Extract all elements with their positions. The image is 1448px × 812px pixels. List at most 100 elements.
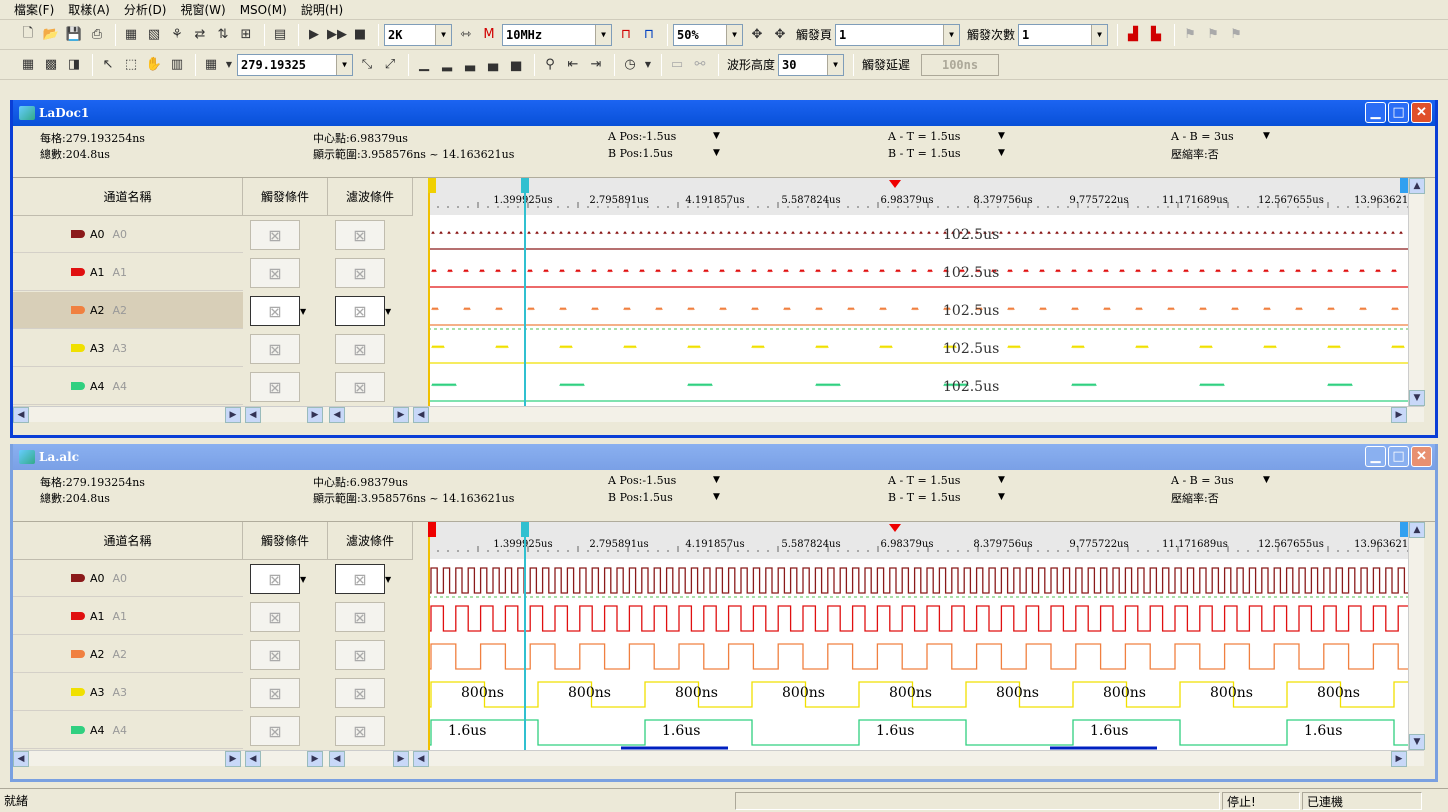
channel-edit-icon[interactable]: ▧: [144, 25, 164, 45]
document-icon[interactable]: ▤: [270, 25, 290, 45]
chevron-down-icon[interactable]: ▼: [726, 24, 742, 45]
filter-condition-a0[interactable]: ⊠: [335, 220, 385, 250]
trigger-condition-a2[interactable]: ⊠ ▼: [250, 296, 306, 326]
cursor-left-icon[interactable]: ✥: [747, 25, 767, 45]
menu-help[interactable]: 說明(H): [301, 1, 343, 18]
close-button[interactable]: ✕: [1411, 102, 1432, 123]
menu-analyze[interactable]: 分析(D): [124, 1, 167, 18]
b-pos-dropdown[interactable]: ▼: [713, 492, 720, 502]
channel-name-a3[interactable]: A3 A3: [13, 330, 243, 367]
channel-add-icon[interactable]: ▦: [121, 25, 141, 45]
filter-condition-a2[interactable]: ⊠: [335, 640, 385, 670]
run-icon[interactable]: ▶: [304, 25, 324, 45]
a-t-dropdown[interactable]: ▼: [998, 475, 1005, 485]
filter-condition-a1[interactable]: ⊠: [335, 602, 385, 632]
chevron-down-icon[interactable]: ▼: [943, 24, 960, 45]
channel-name-a4[interactable]: A4 A4: [13, 368, 243, 405]
filter-condition-a1[interactable]: ⊠: [335, 258, 385, 288]
bus-icon[interactable]: ⊞: [236, 25, 256, 45]
marker-b-icon[interactable]: ⚑: [1203, 25, 1223, 45]
trigger-condition-a1[interactable]: ⊠: [250, 258, 300, 288]
a-t-dropdown[interactable]: ▼: [998, 131, 1005, 141]
next-icon[interactable]: ⇥: [586, 55, 606, 75]
bus-disabled-icon[interactable]: ▭: [667, 55, 687, 75]
scroll-right-icon[interactable]: ▶: [225, 751, 241, 767]
find-icon[interactable]: ⚲: [540, 55, 560, 75]
column-header-trigger[interactable]: 觸發條件: [243, 522, 328, 560]
channel-name-a0[interactable]: A0 A0: [13, 216, 243, 253]
chevron-down-icon[interactable]: ▼: [643, 55, 653, 75]
filter-condition-a4[interactable]: ⊠: [335, 716, 385, 746]
bar-b-icon[interactable]: ▂: [437, 55, 457, 75]
window-titlebar[interactable]: La.alc ▁ □ ✕: [13, 444, 1435, 470]
filter-condition-a0[interactable]: ⊠ ▼: [335, 564, 391, 594]
chevron-down-icon[interactable]: ▼: [827, 54, 844, 75]
scroll-left-icon[interactable]: ◀: [245, 407, 261, 423]
wave-height-select[interactable]: 30 ▼: [778, 53, 845, 76]
filter-condition-a2[interactable]: ⊠ ▼: [335, 296, 391, 326]
stop-icon[interactable]: ■: [350, 25, 370, 45]
scroll-left-icon[interactable]: ◀: [329, 751, 345, 767]
print-icon[interactable]: ⎙: [87, 25, 107, 45]
trigger-condition-a3[interactable]: ⊠: [250, 678, 300, 708]
trigger-page-select[interactable]: 1 ▼: [835, 23, 961, 46]
menu-file[interactable]: 檔案(F): [14, 1, 54, 18]
chevron-down-icon[interactable]: ▼: [336, 54, 352, 75]
bar-a-icon[interactable]: ▁: [414, 55, 434, 75]
maximize-button[interactable]: □: [1388, 102, 1409, 123]
time-per-div-select[interactable]: 279.19325 ▼: [237, 53, 353, 76]
menu-sample[interactable]: 取樣(A): [68, 1, 110, 18]
trigger-condition-a4[interactable]: ⊠: [250, 716, 300, 746]
scroll-up-icon[interactable]: ▲: [1409, 178, 1425, 194]
a-b-dropdown[interactable]: ▼: [1263, 131, 1270, 141]
split-icon[interactable]: ⇄: [190, 25, 210, 45]
cursor-right-icon[interactable]: ✥: [770, 25, 790, 45]
vertical-scrollbar[interactable]: ▲ ▼: [1408, 178, 1425, 406]
open-folder-icon[interactable]: 📂: [41, 25, 61, 45]
zoom-marker-icon[interactable]: Ⅿ: [479, 25, 499, 45]
pointer-icon[interactable]: ↖: [98, 55, 118, 75]
maximize-button[interactable]: □: [1388, 446, 1409, 467]
scroll-right-icon[interactable]: ▶: [225, 407, 241, 423]
window-titlebar[interactable]: LaDoc1 ▁ □ ✕: [13, 100, 1435, 126]
column-header-name[interactable]: 通道名稱: [13, 178, 243, 216]
bar-d-icon[interactable]: ▄: [483, 55, 503, 75]
minimize-button[interactable]: ▁: [1365, 446, 1386, 467]
scroll-left-icon[interactable]: ◀: [413, 407, 429, 423]
channel-name-a0[interactable]: A0 A0: [13, 560, 243, 597]
scroll-left-icon[interactable]: ◀: [413, 751, 429, 767]
pulse-fine-icon[interactable]: ⊓: [639, 25, 659, 45]
horizontal-scrollbar[interactable]: ◀ ▶ ◀ ▶ ◀ ▶ ◀ ▶: [13, 406, 1424, 423]
waveform-display[interactable]: 1.399925us 2.795891us 4.191857us 5.587824us…: [428, 178, 1408, 406]
scroll-down-icon[interactable]: ▼: [1409, 734, 1425, 750]
run-repeat-icon[interactable]: ▶▶: [327, 25, 347, 45]
bar-e-icon[interactable]: ▅: [506, 55, 526, 75]
menu-mso[interactable]: MSO(M): [240, 3, 287, 17]
trigger-count-select[interactable]: 1 ▼: [1018, 23, 1109, 46]
chevron-down-icon[interactable]: ▼: [595, 24, 611, 45]
bar-c-icon[interactable]: ▃: [460, 55, 480, 75]
b-t-dropdown[interactable]: ▼: [998, 148, 1005, 158]
a-pos-dropdown[interactable]: ▼: [713, 475, 720, 485]
link-disabled-icon[interactable]: ⚯: [690, 55, 710, 75]
save-icon[interactable]: 💾: [64, 25, 84, 45]
b-t-dropdown[interactable]: ▼: [998, 492, 1005, 502]
menu-window[interactable]: 視窗(W): [180, 1, 225, 18]
column-header-filter[interactable]: 濾波條件: [328, 522, 413, 560]
chevron-down-icon[interactable]: ▼: [385, 565, 393, 593]
chevron-down-icon[interactable]: ▼: [300, 297, 308, 325]
scroll-right-icon[interactable]: ▶: [307, 751, 323, 767]
measure-icon[interactable]: ▥: [167, 55, 187, 75]
filter-condition-a4[interactable]: ⊠: [335, 372, 385, 402]
zoom-select[interactable]: 50% ▼: [673, 23, 743, 46]
channel-name-a1[interactable]: A1 A1: [13, 598, 243, 635]
prev-icon[interactable]: ⇤: [563, 55, 583, 75]
new-file-icon[interactable]: 🗋: [18, 25, 38, 45]
trigger-condition-a4[interactable]: ⊠: [250, 372, 300, 402]
trigger-condition-a2[interactable]: ⊠: [250, 640, 300, 670]
scroll-left-icon[interactable]: ◀: [329, 407, 345, 423]
a-b-dropdown[interactable]: ▼: [1263, 475, 1270, 485]
zoom-fit-icon[interactable]: ⇿: [456, 25, 476, 45]
grid-alt-icon[interactable]: ▩: [41, 55, 61, 75]
channel-name-a1[interactable]: A1 A1: [13, 254, 243, 291]
